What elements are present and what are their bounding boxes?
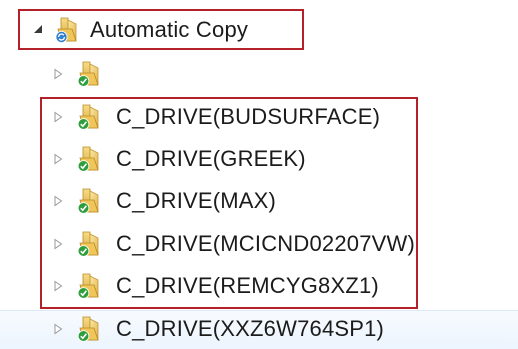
folder-check-icon	[77, 143, 106, 172]
tree-item-label: C_DRIVE(MCICND02207VW)	[116, 231, 416, 256]
triangle-right-icon[interactable]	[50, 193, 66, 209]
tree-item-label: C_DRIVE(MAX)	[116, 188, 277, 213]
folder-check-icon	[77, 270, 106, 299]
tree-item-label: C_DRIVE(GREEK)	[116, 146, 306, 171]
folder-check-icon	[77, 58, 106, 87]
tree-item-label: C_DRIVE(REMCYG8XZ1)	[116, 273, 379, 298]
triangle-down-icon[interactable]	[30, 22, 46, 38]
triangle-right-icon[interactable]	[50, 109, 66, 125]
tree-item-root[interactable]: Automatic Copy	[30, 12, 248, 48]
tree-item-label: Automatic Copy	[90, 17, 249, 42]
triangle-right-icon[interactable]	[50, 278, 66, 294]
tree-item[interactable]	[50, 56, 116, 92]
folder-check-icon	[77, 313, 106, 342]
tree-item-label: C_DRIVE(XXZ6W764SP1)	[116, 316, 385, 341]
folder-check-icon	[77, 228, 106, 257]
triangle-right-icon[interactable]	[50, 151, 66, 167]
tree-item-label: C_DRIVE(BUDSURFACE)	[116, 104, 381, 129]
tree-item[interactable]: C_DRIVE(XXZ6W764SP1)	[50, 311, 384, 347]
tree-item[interactable]: C_DRIVE(MAX)	[50, 183, 276, 219]
tree-item[interactable]: C_DRIVE(GREEK)	[50, 141, 306, 177]
triangle-right-icon[interactable]	[50, 236, 66, 252]
tree-item[interactable]: C_DRIVE(BUDSURFACE)	[50, 99, 380, 135]
folder-sync-icon	[55, 14, 84, 43]
triangle-right-icon[interactable]	[50, 321, 66, 337]
folder-check-icon	[77, 185, 106, 214]
tree-item[interactable]: C_DRIVE(MCICND02207VW)	[50, 226, 415, 262]
triangle-right-icon[interactable]	[50, 66, 66, 82]
tree-item[interactable]: C_DRIVE(REMCYG8XZ1)	[50, 268, 379, 304]
folder-tree: Automatic Copy C_DRIVE(BUDSURFACE) C_DRI…	[0, 0, 518, 349]
folder-check-icon	[77, 101, 106, 130]
